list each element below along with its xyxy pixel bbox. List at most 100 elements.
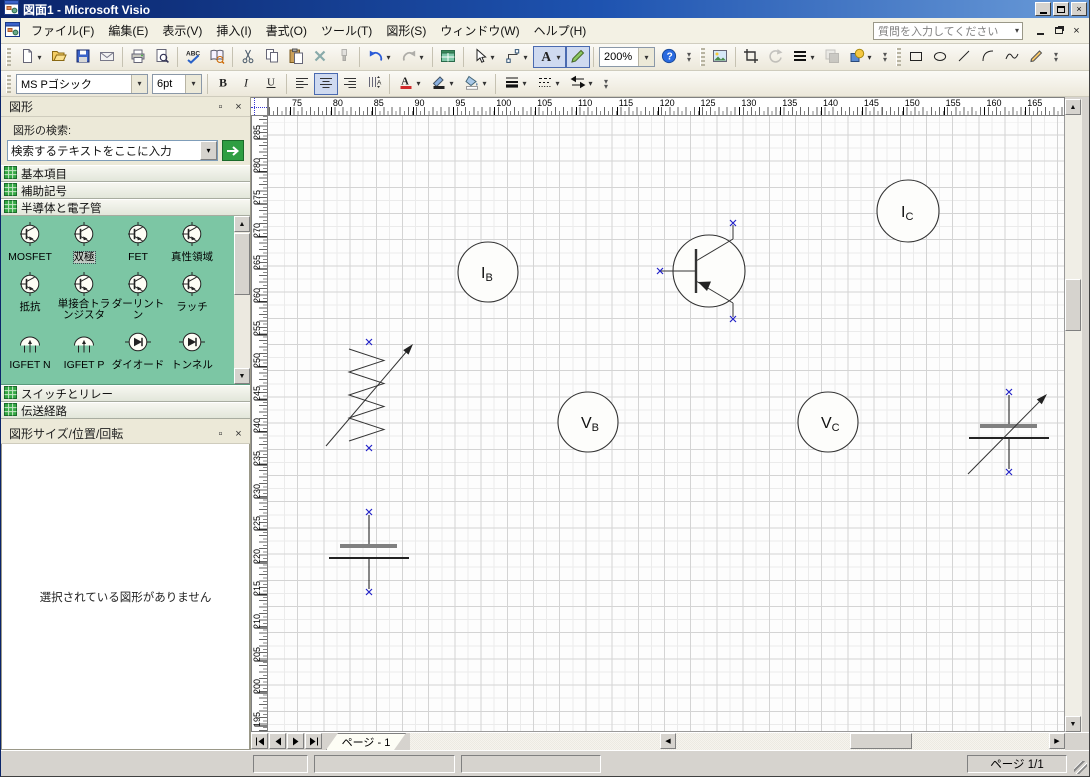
menu-item-0[interactable]: ファイル(F) [24, 18, 101, 43]
italic-button[interactable]: I [235, 73, 259, 95]
shape-capacitor[interactable] [329, 509, 409, 595]
help-button[interactable]: ? [657, 46, 681, 68]
fill-color-button[interactable]: ▾ [459, 73, 492, 95]
doc-close-button[interactable]: × [1068, 23, 1085, 38]
ink-tool-button[interactable] [566, 46, 590, 68]
delete-button[interactable] [308, 46, 332, 68]
open-button[interactable] [47, 46, 71, 68]
menu-item-8[interactable]: ヘルプ(H) [527, 18, 594, 43]
chevron-down-icon[interactable]: ▾ [867, 53, 871, 62]
toolbar-grip[interactable] [896, 48, 901, 66]
freeform-tool-button[interactable] [1000, 46, 1024, 68]
chevron-down-icon[interactable]: ▾ [419, 53, 423, 62]
chevron-down-icon[interactable]: ▾ [522, 79, 526, 88]
menu-item-1[interactable]: 編集(E) [101, 18, 155, 43]
chevron-down-icon[interactable]: ▾ [810, 53, 814, 62]
menu-item-5[interactable]: ツール(T) [314, 18, 379, 43]
picture-button[interactable] [708, 46, 732, 68]
align-center-button[interactable] [314, 73, 338, 95]
order-button[interactable]: ▾ [844, 46, 877, 68]
font-size-combo[interactable]: 6pt▾ [152, 74, 202, 94]
search-go-button[interactable] [222, 140, 244, 161]
undo-button[interactable]: ▾ [363, 46, 396, 68]
stencil-item-7[interactable]: ラッチ [165, 272, 219, 321]
connector-tool-button[interactable]: ▾ [500, 46, 533, 68]
pencil-tool-button[interactable] [1024, 46, 1048, 68]
scroll-up-icon[interactable]: ▲ [234, 216, 250, 232]
line-color-button[interactable]: ▾ [426, 73, 459, 95]
arc-tool-button[interactable] [976, 46, 1000, 68]
line-tool-button[interactable] [952, 46, 976, 68]
panel-float-button[interactable]: ▫ [213, 427, 228, 441]
font-name-combo[interactable]: MS Pゴシック▾ [16, 74, 148, 94]
stencil-item-6[interactable]: ダーリントン [111, 272, 165, 321]
chevron-down-icon[interactable]: ▾ [386, 53, 390, 62]
stencil-item-3[interactable]: 真性領域 [165, 222, 219, 263]
shape-circle-ic[interactable]: IC [877, 180, 939, 242]
toolbar-grip[interactable] [700, 48, 705, 66]
chevron-down-icon[interactable]: ▾ [200, 141, 217, 160]
first-page-button[interactable] [251, 733, 268, 749]
vertical-scrollbar[interactable]: ▲ ▼ [1065, 99, 1082, 732]
stencil-item-1[interactable]: 双極 [57, 222, 111, 263]
previous-page-button[interactable] [269, 733, 286, 749]
stencil-scrollbar[interactable]: ▲ ▼ [234, 216, 250, 384]
crop-tool-button[interactable] [739, 46, 763, 68]
chevron-down-icon[interactable]: ▾ [490, 53, 494, 62]
menu-item-7[interactable]: ウィンドウ(W) [433, 18, 526, 43]
minimize-button[interactable] [1035, 2, 1051, 16]
toolbar-options-button[interactable]: ▾▾ [878, 46, 892, 68]
new-button[interactable]: ▾ [14, 46, 47, 68]
panel-close-button[interactable]: × [231, 427, 246, 441]
scroll-up-icon[interactable]: ▲ [1065, 99, 1081, 115]
panel-close-button[interactable]: × [231, 100, 246, 114]
horizontal-scrollbar[interactable]: ◀ ▶ [410, 733, 1065, 750]
toolbar-options-button[interactable]: ▾▾ [682, 46, 696, 68]
horizontal-scroll-thumb[interactable] [850, 733, 912, 749]
underline-button[interactable]: U [259, 73, 283, 95]
spelling-button[interactable]: ABC [181, 46, 205, 68]
align-left-button[interactable] [290, 73, 314, 95]
next-page-button[interactable] [287, 733, 304, 749]
stencil-group-bottom-0[interactable]: スイッチとリレー [1, 385, 250, 402]
document-icon[interactable] [5, 22, 20, 40]
panel-float-button[interactable]: ▫ [213, 100, 228, 114]
drawing-page[interactable]: IBICVBVC [268, 116, 1065, 732]
line-ends-format-button[interactable]: ▾ [565, 73, 598, 95]
pointer-tool-button[interactable]: ▾ [467, 46, 500, 68]
stencil-group-top-2[interactable]: 半導体と電子管 [1, 199, 250, 216]
chevron-down-icon[interactable]: ▾ [556, 53, 560, 62]
chevron-down-icon[interactable]: ▾ [1015, 26, 1022, 35]
help-question-box[interactable]: 質問を入力してください ▾ [873, 22, 1023, 40]
print-preview-button[interactable] [150, 46, 174, 68]
toolbar-options-button[interactable]: ▾▾ [1049, 46, 1063, 68]
stencil-item-0[interactable]: MOSFET [3, 222, 57, 263]
shape-variable-resistor[interactable] [326, 339, 413, 451]
stencil-item-2[interactable]: FET [111, 222, 165, 263]
stencil-item-5[interactable]: 単接合トランジスタ [57, 272, 111, 321]
stencil-item-9[interactable]: IGFET P [57, 330, 111, 371]
doc-restore-button[interactable] [1050, 23, 1067, 38]
chevron-down-icon[interactable]: ▾ [449, 79, 453, 88]
stencil-group-bottom-1[interactable]: 伝送経路 [1, 402, 250, 419]
menu-item-2[interactable]: 表示(V) [155, 18, 209, 43]
stencil-item-8[interactable]: IGFET N [3, 330, 57, 371]
doc-minimize-button[interactable] [1032, 23, 1049, 38]
text-tool-button[interactable]: A▾ [533, 46, 566, 68]
ellipse-tool-button[interactable] [928, 46, 952, 68]
mail-button[interactable] [95, 46, 119, 68]
stencil-item-10[interactable]: ダイオード [111, 330, 165, 371]
chevron-down-icon[interactable]: ▾ [185, 75, 201, 93]
stencil-scroll-thumb[interactable] [234, 233, 250, 295]
chevron-down-icon[interactable]: ▾ [482, 79, 486, 88]
chevron-down-icon[interactable]: ▾ [555, 79, 559, 88]
line-weight-button[interactable]: ▾ [499, 73, 532, 95]
scroll-down-icon[interactable]: ▼ [234, 368, 250, 384]
last-page-button[interactable] [305, 733, 322, 749]
research-button[interactable] [205, 46, 229, 68]
paste-button[interactable] [284, 46, 308, 68]
shape-variable-capacitor[interactable] [968, 389, 1049, 475]
rectangle-tool-button[interactable] [904, 46, 928, 68]
chevron-down-icon[interactable]: ▾ [588, 79, 592, 88]
scroll-right-icon[interactable]: ▶ [1049, 733, 1065, 749]
